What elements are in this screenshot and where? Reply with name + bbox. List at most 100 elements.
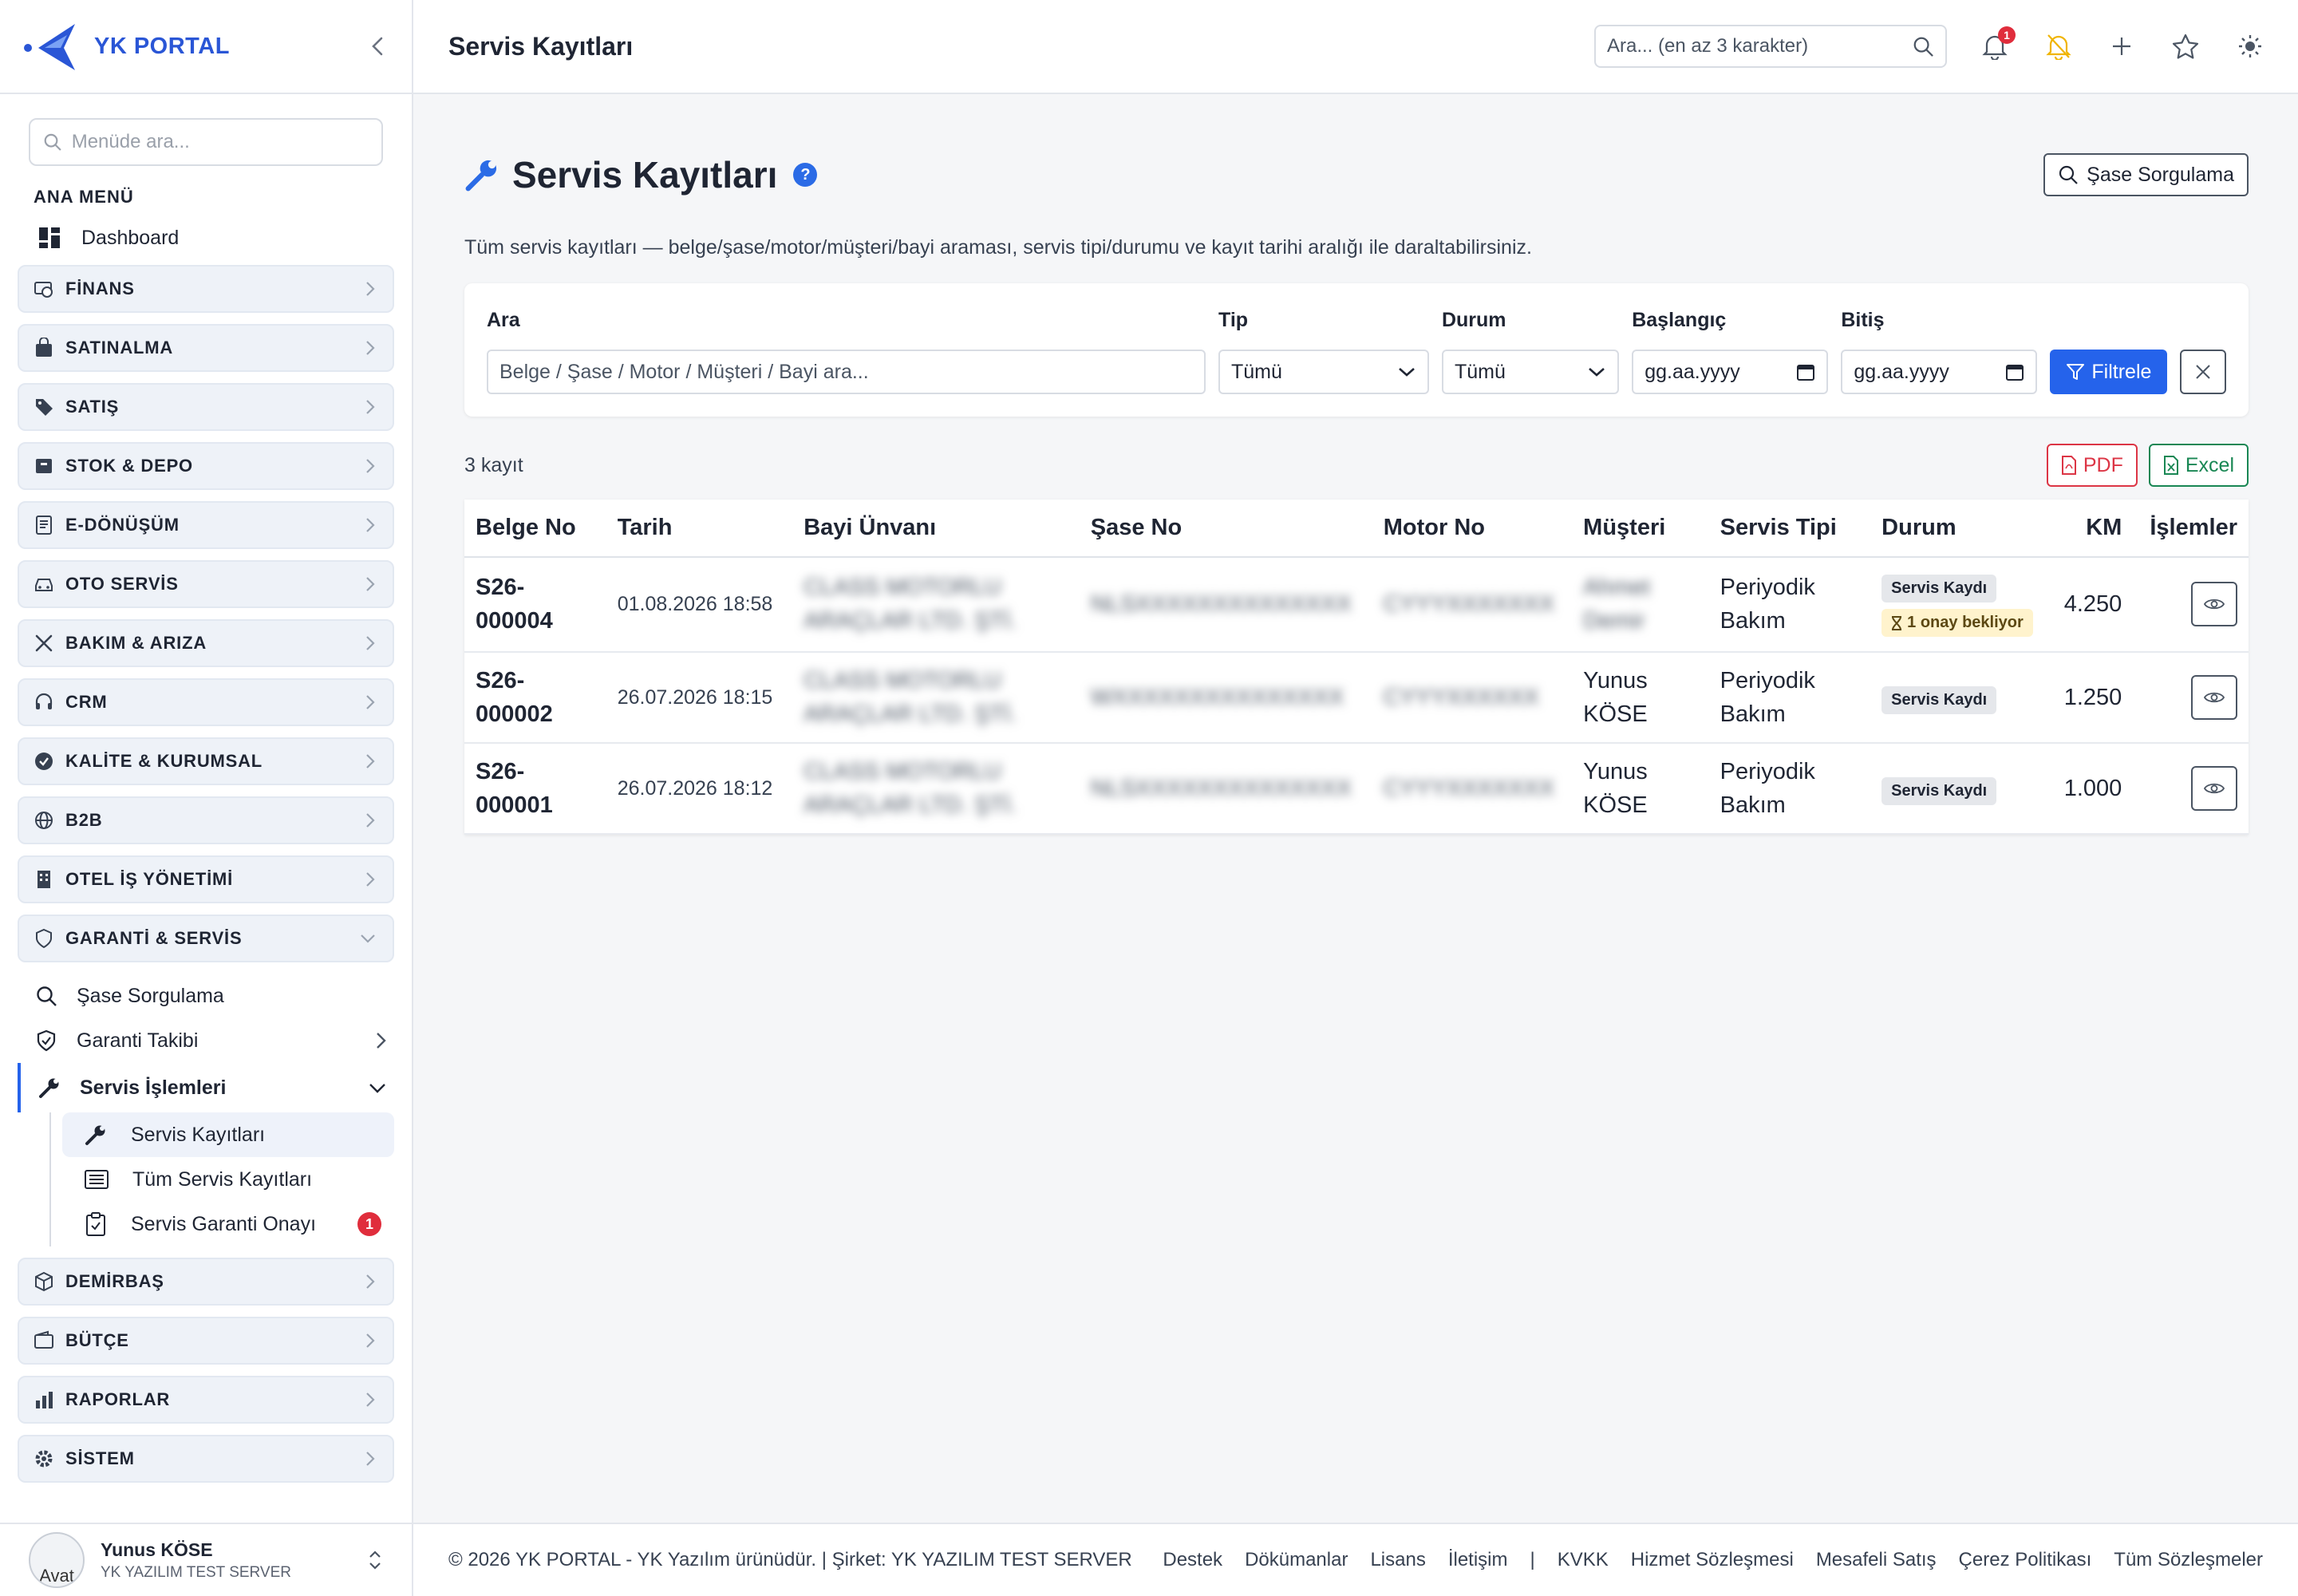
favorites-button[interactable]	[2172, 34, 2199, 59]
column-header[interactable]: Servis Tipi	[1708, 500, 1871, 558]
user-menu-toggle[interactable]	[367, 1548, 383, 1572]
table-header: Belge No Tarih Bayi Ünvanı Şase No Motor…	[464, 500, 2249, 558]
filter-button[interactable]: Filtrele	[2050, 350, 2168, 394]
column-header[interactable]: Durum	[1870, 500, 2051, 558]
brand-name: YK PORTAL	[94, 33, 230, 59]
button-label: Şase Sorgulama	[2087, 163, 2234, 186]
sidebar-group-bakim-ariza[interactable]: BAKIM & ARIZA	[18, 619, 394, 667]
sidebar-group-satis[interactable]: SATIŞ	[18, 383, 394, 431]
sidebar-item-garanti-takibi[interactable]: Garanti Takibi	[35, 1018, 412, 1063]
sidebar-group-demirbas[interactable]: DEMİRBAŞ	[18, 1258, 394, 1306]
sidebar-group-kalite-kurumsal[interactable]: KALİTE & KURUMSAL	[18, 737, 394, 785]
theme-toggle-button[interactable]	[2237, 34, 2263, 59]
footer-link-iletisim[interactable]: İletişim	[1448, 1549, 1508, 1571]
page-description: Tüm servis kayıtları — belge/şase/motor/…	[464, 236, 1532, 259]
group-label: B2B	[65, 810, 103, 830]
sidebar-group-raporlar[interactable]: RAPORLAR	[18, 1376, 394, 1424]
filter-start-label: Başlangıç	[1632, 309, 1727, 331]
column-header[interactable]: Bayi Ünvanı	[792, 500, 1080, 558]
sidebar-group-sistem[interactable]: SİSTEM	[18, 1435, 394, 1483]
cell-engine: CYYYXXXXXXX	[1372, 557, 1573, 653]
topbar-actions: 1	[1982, 26, 2263, 60]
export-pdf-button[interactable]: PDF	[2046, 444, 2138, 487]
chassis-query-button[interactable]: Şase Sorgulama	[2043, 153, 2249, 196]
sidebar-group-finans[interactable]: FİNANS	[18, 265, 394, 313]
footer-link-hizmet-sozlesmesi[interactable]: Hizmet Sözleşmesi	[1631, 1549, 1794, 1571]
group-label: GARANTİ & SERVİS	[65, 928, 243, 948]
table-row[interactable]: S26-000004 01.08.2026 18:58 CLASS MOTORL…	[464, 557, 2249, 653]
export-excel-button[interactable]: Excel	[2148, 444, 2249, 487]
sidebar-group-oto-servis[interactable]: OTO SERVİS	[18, 560, 394, 608]
clear-filters-button[interactable]	[2180, 350, 2226, 394]
sidebar-item-servis-kayitlari[interactable]: Servis Kayıtları	[62, 1112, 394, 1157]
filter-search-input[interactable]	[499, 360, 1193, 384]
button-label: PDF	[2083, 453, 2123, 476]
menu-search-input[interactable]	[71, 131, 369, 153]
button-label: Excel	[2185, 453, 2234, 476]
sidebar-item-dashboard[interactable]: Dashboard	[38, 215, 412, 260]
footer-link-lisans[interactable]: Lisans	[1370, 1549, 1425, 1571]
footer-link-kvkk[interactable]: KVKK	[1558, 1549, 1609, 1571]
pending-text: 1 onay bekliyor	[1907, 614, 2024, 632]
filter-start-field[interactable]: gg.aa.yyyy	[1632, 350, 1829, 394]
mute-notifications-button[interactable]	[2046, 33, 2071, 60]
building-icon	[38, 871, 50, 888]
footer-link-mesafeli-satis[interactable]: Mesafeli Satış	[1816, 1549, 1937, 1571]
group-label: SİSTEM	[65, 1448, 135, 1468]
add-button[interactable]	[2110, 34, 2134, 58]
finance-icon	[34, 282, 53, 298]
sidebar-group-stok-depo[interactable]: STOK & DEPO	[18, 442, 394, 490]
sidebar-group-butce[interactable]: BÜTÇE	[18, 1317, 394, 1365]
column-header[interactable]: KM	[2050, 500, 2134, 558]
filter-type-select[interactable]: Tümü	[1218, 350, 1429, 394]
column-header[interactable]: Müşteri	[1572, 500, 1709, 558]
column-header[interactable]: Şase No	[1079, 500, 1372, 558]
sidebar-group-satinalma[interactable]: SATINALMA	[18, 324, 394, 372]
sidebar-item-sase-sorgulama[interactable]: Şase Sorgulama	[35, 974, 412, 1018]
help-icon[interactable]: ?	[793, 163, 818, 187]
sidebar-group-garanti-servis[interactable]: GARANTİ & SERVİS	[18, 915, 394, 962]
collapse-sidebar-button[interactable]	[369, 35, 388, 57]
global-search-input[interactable]	[1607, 35, 1913, 57]
footer-link-cerez-politikasi[interactable]: Çerez Politikası	[1959, 1549, 2092, 1571]
eye-icon	[2204, 783, 2225, 793]
view-record-button[interactable]	[2191, 765, 2237, 811]
column-header[interactable]: Motor No	[1372, 500, 1573, 558]
sidebar: YK PORTAL ANA MENÜ Dashboard FİNANS SATI…	[0, 0, 413, 1596]
sidebar-group-e-donusum[interactable]: E-DÖNÜŞÜM	[18, 501, 394, 549]
footer-link-destek[interactable]: Destek	[1163, 1549, 1222, 1571]
column-header[interactable]: Tarih	[606, 500, 793, 558]
cell-actions	[2133, 742, 2249, 835]
user-panel[interactable]: Avat Yunus KÖSE YK YAZILIM TEST SERVER	[0, 1523, 412, 1596]
sidebar-item-servis-islemleri[interactable]: Servis İşlemleri	[18, 1063, 412, 1112]
cell-doc-no: S26-000001	[464, 742, 606, 835]
sidebar-item-label: Servis İşlemleri	[80, 1076, 227, 1099]
calendar-icon[interactable]	[2005, 362, 2024, 381]
table-row[interactable]: S26-000002 26.07.2026 18:15 CLASS MOTORL…	[464, 651, 2249, 744]
search-icon[interactable]	[1912, 34, 1934, 58]
notifications-button[interactable]: 1	[1982, 26, 2016, 60]
wrench-icon	[39, 1078, 59, 1098]
chevron-right-icon	[366, 459, 375, 473]
close-icon	[2196, 365, 2210, 379]
sidebar-item-label: Garanti Takibi	[77, 1029, 199, 1052]
sidebar-group-b2b[interactable]: B2B	[18, 796, 394, 844]
brand-logo[interactable]: YK PORTAL	[24, 21, 230, 72]
group-label: OTO SERVİS	[65, 574, 179, 594]
view-record-button[interactable]	[2191, 582, 2237, 627]
sidebar-item-tum-servis-kayitlari[interactable]: Tüm Servis Kayıtları	[62, 1157, 394, 1202]
footer-link-tum-sozlesmeler[interactable]: Tüm Sözleşmeler	[2114, 1549, 2263, 1571]
table-row[interactable]: S26-000001 26.07.2026 18:12 CLASS MOTORL…	[464, 742, 2249, 835]
view-record-button[interactable]	[2191, 674, 2237, 720]
eye-icon	[2204, 692, 2225, 702]
filter-end-field[interactable]: gg.aa.yyyy	[1841, 350, 2038, 394]
sidebar-item-servis-garanti-onayi[interactable]: Servis Garanti Onayı 1	[62, 1202, 394, 1246]
chevron-down-icon	[1399, 368, 1415, 377]
column-header[interactable]: Belge No	[464, 500, 606, 558]
sidebar-group-crm[interactable]: CRM	[18, 678, 394, 726]
filter-status-select[interactable]: Tümü	[1441, 350, 1620, 394]
sidebar-group-otel-is-yonetimi[interactable]: OTEL İŞ YÖNETİMİ	[18, 855, 394, 903]
footer-link-dokumanlar[interactable]: Dökümanlar	[1245, 1549, 1348, 1571]
calendar-icon[interactable]	[1796, 362, 1815, 381]
